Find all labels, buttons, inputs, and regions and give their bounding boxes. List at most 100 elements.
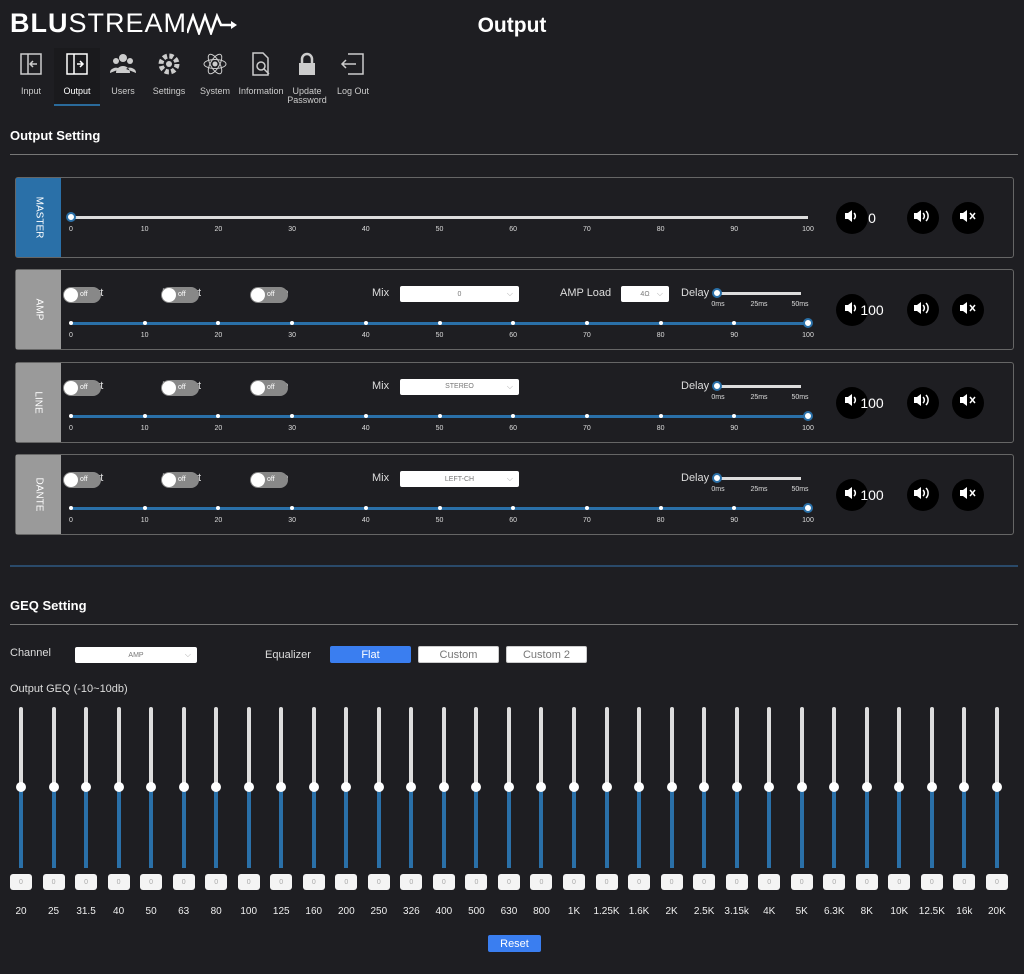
mix-select[interactable]: 0 ⌵ bbox=[400, 286, 519, 302]
geq-slider-thumb[interactable] bbox=[211, 782, 222, 792]
geq-value-input[interactable]: 0 bbox=[888, 874, 911, 890]
geq-slider-31.5[interactable] bbox=[81, 707, 92, 868]
amp-load-select[interactable]: 4Ω ⌵ bbox=[621, 286, 669, 302]
geq-slider-thumb[interactable] bbox=[406, 782, 417, 792]
geq-slider-thumb[interactable] bbox=[634, 782, 645, 792]
geq-value-input[interactable]: 0 bbox=[953, 874, 976, 890]
geq-value-input[interactable]: 0 bbox=[270, 874, 293, 890]
geq-slider-thumb[interactable] bbox=[536, 782, 547, 792]
geq-value-input[interactable]: 0 bbox=[75, 874, 98, 890]
geq-slider-8K[interactable] bbox=[861, 707, 872, 868]
geq-slider-thumb[interactable] bbox=[894, 782, 905, 792]
geq-value-input[interactable]: 0 bbox=[530, 874, 553, 890]
geq-slider-thumb[interactable] bbox=[861, 782, 872, 792]
geq-slider-thumb[interactable] bbox=[81, 782, 92, 792]
nav-update-password[interactable]: Update Password bbox=[284, 48, 330, 106]
nav-output[interactable]: Output bbox=[54, 48, 100, 106]
geq-slider-thumb[interactable] bbox=[276, 782, 287, 792]
geq-slider-20[interactable] bbox=[16, 707, 26, 868]
preset-flat-button[interactable]: Flat bbox=[330, 646, 411, 663]
volume-down-button[interactable] bbox=[836, 202, 868, 234]
geq-value-input[interactable]: 0 bbox=[302, 874, 325, 890]
geq-value-input[interactable]: 0 bbox=[432, 874, 455, 890]
geq-value-input[interactable]: 0 bbox=[790, 874, 813, 890]
slider-thumb[interactable] bbox=[66, 212, 76, 222]
r-invert-toggle[interactable]: off bbox=[161, 472, 199, 488]
volume-up-button[interactable] bbox=[907, 202, 939, 234]
geq-slider-thumb[interactable] bbox=[178, 782, 189, 792]
nav-users[interactable]: Users bbox=[100, 48, 146, 106]
geq-value-input[interactable]: 0 bbox=[725, 874, 748, 890]
geq-slider-50[interactable] bbox=[146, 707, 157, 868]
geq-value-input[interactable]: 0 bbox=[693, 874, 716, 890]
geq-slider-thumb[interactable] bbox=[764, 782, 775, 792]
geq-slider-2.5K[interactable] bbox=[699, 707, 710, 868]
geq-value-input[interactable]: 0 bbox=[855, 874, 878, 890]
geq-slider-40[interactable] bbox=[113, 707, 124, 868]
geq-slider-thumb[interactable] bbox=[16, 782, 26, 792]
geq-slider-thumb[interactable] bbox=[569, 782, 579, 792]
geq-slider-125[interactable] bbox=[276, 707, 287, 868]
geq-value-input[interactable]: 0 bbox=[628, 874, 651, 890]
mix-select[interactable]: STEREO ⌵ bbox=[400, 378, 519, 395]
mix-select[interactable]: LEFT-CH ⌵ bbox=[400, 471, 519, 487]
geq-slider-12.5K[interactable] bbox=[926, 707, 937, 868]
nav-input[interactable]: Input bbox=[8, 48, 54, 106]
l-invert-toggle[interactable]: off bbox=[63, 472, 101, 488]
geq-slider-1.25K[interactable] bbox=[601, 707, 612, 868]
delay-slider[interactable] bbox=[712, 380, 801, 391]
geq-value-input[interactable]: 0 bbox=[985, 874, 1008, 890]
mute-button[interactable] bbox=[952, 479, 984, 511]
geq-value-input[interactable]: 0 bbox=[205, 874, 228, 890]
geq-slider-250[interactable] bbox=[373, 707, 384, 868]
geq-slider-20K[interactable] bbox=[991, 707, 1002, 868]
geq-slider-500[interactable] bbox=[471, 707, 482, 868]
geq-slider-thumb[interactable] bbox=[601, 782, 612, 792]
mute-toggle[interactable]: off bbox=[250, 472, 288, 488]
geq-slider-thumb[interactable] bbox=[731, 782, 742, 792]
preset-custom-2-button[interactable]: Custom 2 bbox=[506, 646, 587, 663]
geq-slider-thumb[interactable] bbox=[146, 782, 157, 792]
geq-value-input[interactable]: 0 bbox=[823, 874, 846, 890]
mute-button[interactable] bbox=[952, 202, 984, 234]
geq-value-input[interactable]: 0 bbox=[335, 874, 358, 890]
nav-log-out[interactable]: Log Out bbox=[330, 48, 376, 106]
geq-slider-thumb[interactable] bbox=[308, 782, 319, 792]
geq-value-input[interactable]: 0 bbox=[465, 874, 488, 890]
r-invert-toggle[interactable]: off bbox=[161, 287, 199, 303]
geq-slider-160[interactable] bbox=[308, 707, 319, 868]
geq-value-input[interactable]: 0 bbox=[758, 874, 781, 890]
geq-slider-thumb[interactable] bbox=[699, 782, 710, 792]
nav-information[interactable]: Information bbox=[238, 48, 284, 106]
geq-value-input[interactable]: 0 bbox=[42, 874, 65, 890]
volume-up-button[interactable] bbox=[907, 386, 939, 419]
geq-slider-326[interactable] bbox=[406, 707, 417, 868]
geq-slider-1.6K[interactable] bbox=[634, 707, 645, 868]
slider-thumb[interactable] bbox=[803, 410, 813, 421]
geq-value-input[interactable]: 0 bbox=[10, 874, 32, 890]
geq-value-input[interactable]: 0 bbox=[563, 874, 585, 890]
channel-select[interactable]: AMP ⌵ bbox=[75, 647, 197, 663]
preset-custom-button[interactable]: Custom bbox=[418, 646, 499, 663]
volume-slider[interactable] bbox=[66, 212, 808, 222]
mute-toggle[interactable]: off bbox=[250, 379, 288, 396]
l-invert-toggle[interactable]: off bbox=[63, 379, 101, 396]
geq-slider-thumb[interactable] bbox=[438, 782, 449, 792]
geq-slider-thumb[interactable] bbox=[991, 782, 1002, 792]
nav-system[interactable]: System bbox=[192, 48, 238, 106]
delay-thumb[interactable] bbox=[712, 473, 722, 483]
geq-slider-thumb[interactable] bbox=[113, 782, 124, 792]
geq-slider-thumb[interactable] bbox=[341, 782, 352, 792]
r-invert-toggle[interactable]: off bbox=[161, 379, 199, 396]
geq-slider-4K[interactable] bbox=[764, 707, 775, 868]
geq-value-input[interactable]: 0 bbox=[400, 874, 423, 890]
delay-thumb[interactable] bbox=[712, 288, 722, 298]
volume-up-button[interactable] bbox=[907, 479, 939, 511]
geq-slider-thumb[interactable] bbox=[48, 782, 59, 792]
geq-slider-thumb[interactable] bbox=[666, 782, 677, 792]
geq-slider-5K[interactable] bbox=[796, 707, 807, 868]
geq-slider-800[interactable] bbox=[536, 707, 547, 868]
geq-slider-3.15k[interactable] bbox=[731, 707, 742, 868]
geq-slider-10K[interactable] bbox=[894, 707, 905, 868]
reset-button[interactable]: Reset bbox=[488, 935, 541, 952]
